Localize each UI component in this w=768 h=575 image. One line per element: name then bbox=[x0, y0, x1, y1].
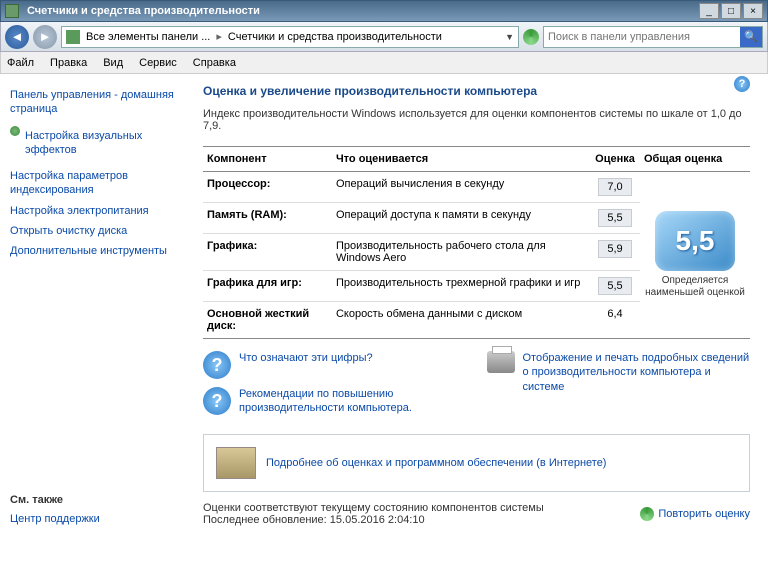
base-score-text: Определяется наименьшей оценкой bbox=[644, 275, 746, 299]
page-title: Оценка и увеличение производительности к… bbox=[203, 84, 750, 98]
col-what: Что оценивается bbox=[332, 147, 590, 172]
back-button[interactable]: ◄ bbox=[5, 25, 29, 49]
score-table: Компонент Что оценивается Оценка Общая о… bbox=[203, 146, 750, 339]
sidebar: Панель управления - домашняя страница На… bbox=[0, 74, 195, 575]
menu-view[interactable]: Вид bbox=[103, 57, 123, 69]
refresh-icon[interactable] bbox=[523, 29, 539, 45]
chevron-down-icon[interactable]: ▼ bbox=[505, 32, 514, 42]
sidebar-indexing[interactable]: Настройка параметров индексирования bbox=[10, 169, 185, 198]
titlebar: Счетчики и средства производительности _… bbox=[0, 0, 768, 22]
sidebar-tools[interactable]: Дополнительные инструменты bbox=[10, 244, 185, 258]
menu-service[interactable]: Сервис bbox=[139, 57, 177, 69]
menu-help[interactable]: Справка bbox=[193, 57, 236, 69]
navbar: ◄ ► Все элементы панели ... ▸ Счетчики и… bbox=[0, 22, 768, 52]
component-score: 6,4 bbox=[590, 302, 640, 339]
search-button[interactable]: 🔍 bbox=[740, 27, 762, 47]
menubar: Файл Правка Вид Сервис Справка bbox=[0, 52, 768, 74]
link-tips[interactable]: Рекомендации по повышению производительн… bbox=[239, 387, 467, 416]
component-score: 5,5 bbox=[590, 271, 640, 302]
breadcrumb[interactable]: Счетчики и средства производительности bbox=[228, 31, 442, 43]
sidebar-home[interactable]: Панель управления - домашняя страница bbox=[10, 88, 185, 117]
info-box: Подробнее об оценках и программном обесп… bbox=[203, 434, 750, 492]
refresh-link[interactable]: Повторить оценку bbox=[658, 508, 750, 520]
component-desc: Производительность трехмерной графики и … bbox=[332, 271, 590, 302]
component-score: 5,9 bbox=[590, 234, 640, 271]
close-button[interactable]: × bbox=[743, 3, 763, 19]
sidebar-visual-effects[interactable]: Настройка визуальных эффектов bbox=[25, 129, 185, 158]
minimize-button[interactable]: _ bbox=[699, 3, 719, 19]
component-score: 7,0 bbox=[590, 172, 640, 203]
address-bar[interactable]: Все элементы панели ... ▸ Счетчики и сре… bbox=[61, 26, 519, 48]
component-name: Графика: bbox=[203, 234, 332, 271]
bullet-icon bbox=[10, 126, 20, 136]
seealso-heading: См. также bbox=[10, 494, 185, 506]
col-component: Компонент bbox=[203, 147, 332, 172]
question-icon: ? bbox=[203, 387, 231, 415]
page-desc: Индекс производительности Windows исполь… bbox=[203, 108, 750, 132]
base-score-cell: 5,5 Определяется наименьшей оценкой bbox=[640, 172, 750, 339]
panel-icon bbox=[66, 30, 80, 44]
software-icon bbox=[216, 447, 256, 479]
component-name: Память (RAM): bbox=[203, 203, 332, 234]
breadcrumb[interactable]: Все элементы панели ... bbox=[86, 31, 210, 43]
col-score: Оценка bbox=[590, 147, 640, 172]
component-score: 5,5 bbox=[590, 203, 640, 234]
sidebar-cleanup[interactable]: Открыть очистку диска bbox=[10, 224, 185, 238]
refresh-icon bbox=[640, 507, 654, 521]
component-name: Процессор: bbox=[203, 172, 332, 203]
main-panel: ? Оценка и увеличение производительности… bbox=[195, 74, 768, 575]
forward-button[interactable]: ► bbox=[33, 25, 57, 49]
chevron-right-icon: ▸ bbox=[216, 30, 222, 43]
search-box[interactable]: 🔍 bbox=[543, 26, 763, 48]
table-row: Процессор:Операций вычисления в секунду7… bbox=[203, 172, 750, 203]
menu-edit[interactable]: Правка bbox=[50, 57, 87, 69]
component-desc: Операций доступа к памяти в секунду bbox=[332, 203, 590, 234]
sidebar-power[interactable]: Настройка электропитания bbox=[10, 204, 185, 218]
link-print[interactable]: Отображение и печать подробных сведений … bbox=[523, 351, 751, 394]
last-update: Последнее обновление: 15.05.2016 2:04:10 bbox=[203, 514, 544, 526]
window-title: Счетчики и средства производительности bbox=[23, 5, 699, 17]
question-icon: ? bbox=[203, 351, 231, 379]
status-text: Оценки соответствуют текущему состоянию … bbox=[203, 502, 544, 514]
component-name: Основной жесткий диск: bbox=[203, 302, 332, 339]
search-input[interactable] bbox=[544, 31, 740, 43]
component-name: Графика для игр: bbox=[203, 271, 332, 302]
col-base: Общая оценка bbox=[640, 147, 750, 172]
link-more-info[interactable]: Подробнее об оценках и программном обесп… bbox=[266, 457, 606, 469]
printer-icon bbox=[487, 351, 515, 373]
component-desc: Операций вычисления в секунду bbox=[332, 172, 590, 203]
maximize-button[interactable]: □ bbox=[721, 3, 741, 19]
app-icon bbox=[5, 4, 19, 18]
help-icon[interactable]: ? bbox=[734, 76, 750, 92]
menu-file[interactable]: Файл bbox=[7, 57, 34, 69]
component-desc: Скорость обмена данными с диском bbox=[332, 302, 590, 339]
component-desc: Производительность рабочего стола для Wi… bbox=[332, 234, 590, 271]
link-what-numbers[interactable]: Что означают эти цифры? bbox=[239, 351, 373, 365]
sidebar-support[interactable]: Центр поддержки bbox=[10, 512, 185, 526]
base-score-badge: 5,5 bbox=[655, 211, 735, 271]
